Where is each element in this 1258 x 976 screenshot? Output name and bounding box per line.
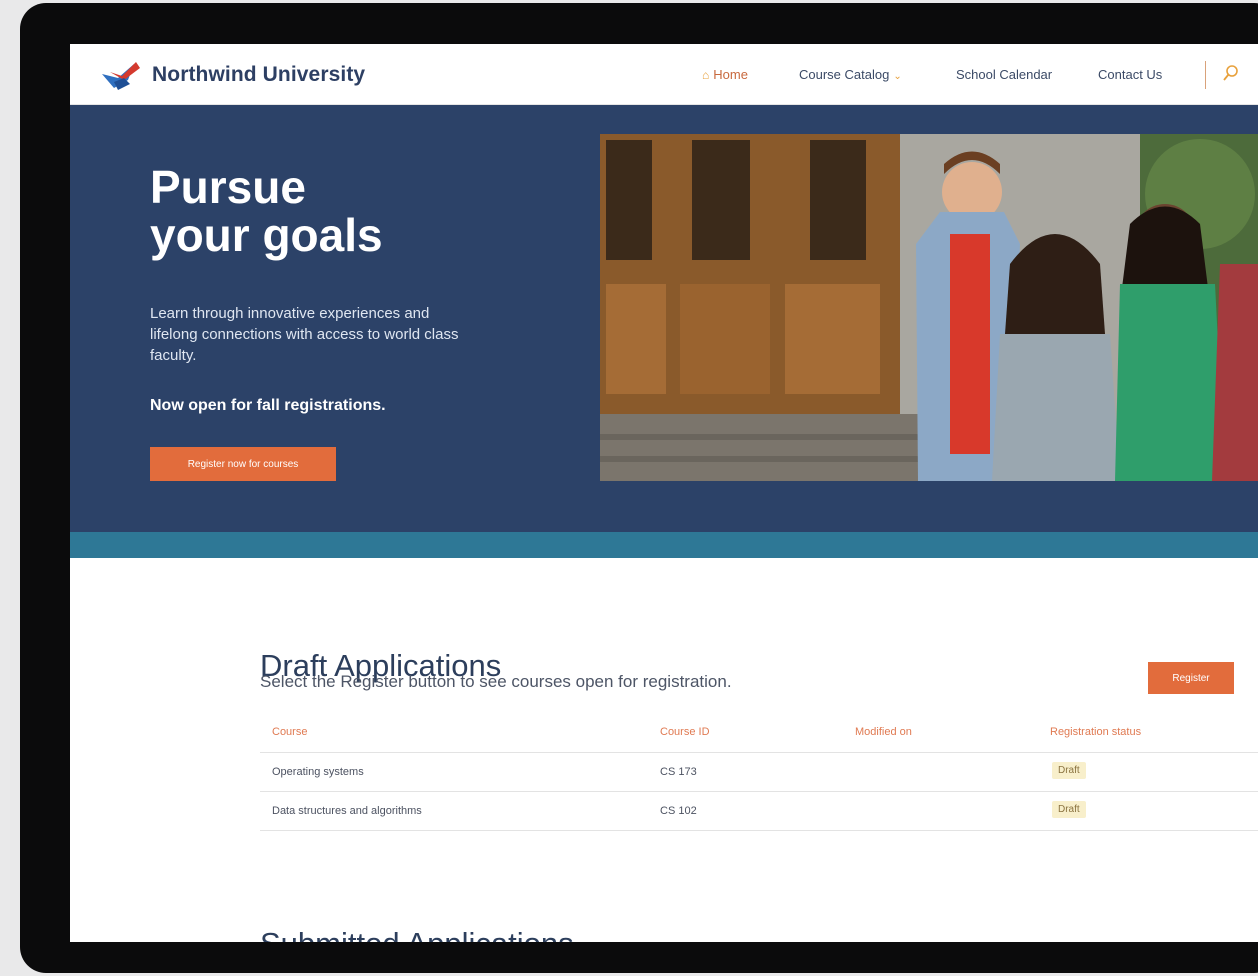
status-badge: Draft (1052, 762, 1086, 779)
table-row[interactable]: Operating systems CS 173 Draft (260, 753, 1258, 792)
course-id: CS 173 (660, 766, 697, 778)
table-row[interactable]: Data structures and algorithms CS 102 Dr… (260, 792, 1258, 831)
chevron-down-icon: ⌄ (893, 71, 902, 82)
draft-applications-subtitle: Select the Register button to see course… (260, 672, 732, 691)
table-header: Course Course ID Modified on Registratio… (260, 714, 1258, 753)
register-button[interactable]: Register (1148, 662, 1234, 694)
students-hero-image (600, 134, 1258, 481)
column-header-course[interactable]: Course (272, 726, 307, 738)
hero-title: Pursue your goals (150, 163, 570, 259)
column-header-course-id[interactable]: Course ID (660, 726, 710, 738)
hero-accent-band (70, 532, 1258, 558)
top-navigation-bar: Northwind University ⌂ Home Course Catalo… (70, 44, 1258, 105)
hero-banner: Pursue your goals Learn through innovati… (70, 105, 1258, 532)
brand-name[interactable]: Northwind University (152, 63, 365, 87)
submitted-applications-title: Submitted Applications (260, 926, 574, 942)
nav-home-label: Home (713, 67, 748, 82)
browser-screen: Northwind University ⌂ Home Course Catalo… (70, 44, 1258, 942)
hero-title-line-2: your goals (150, 209, 383, 261)
home-icon: ⌂ (702, 68, 710, 82)
nav-home[interactable]: ⌂ Home (702, 67, 748, 82)
course-id: CS 102 (660, 805, 697, 817)
nav-course-catalog[interactable]: Course Catalog ⌄ (799, 67, 902, 82)
hero-description: Learn through innovative experiences and… (150, 305, 459, 364)
nav-contact-us[interactable]: Contact Us (1098, 67, 1162, 82)
course-name: Operating systems (272, 766, 364, 778)
northwind-logo-icon[interactable] (100, 58, 144, 92)
column-header-registration-status[interactable]: Registration status (1050, 726, 1141, 738)
nav-school-calendar[interactable]: School Calendar (956, 67, 1052, 82)
status-badge: Draft (1052, 801, 1086, 818)
column-header-modified-on[interactable]: Modified on (855, 726, 912, 738)
hero-title-line-1: Pursue (150, 161, 306, 213)
search-icon[interactable] (1222, 64, 1240, 82)
nav-divider (1205, 61, 1206, 89)
course-name: Data structures and algorithms (272, 805, 422, 817)
register-now-button[interactable]: Register now for courses (150, 447, 336, 481)
hero-open-notice: Now open for fall registrations. (150, 397, 386, 414)
nav-catalog-label: Course Catalog (799, 67, 890, 82)
